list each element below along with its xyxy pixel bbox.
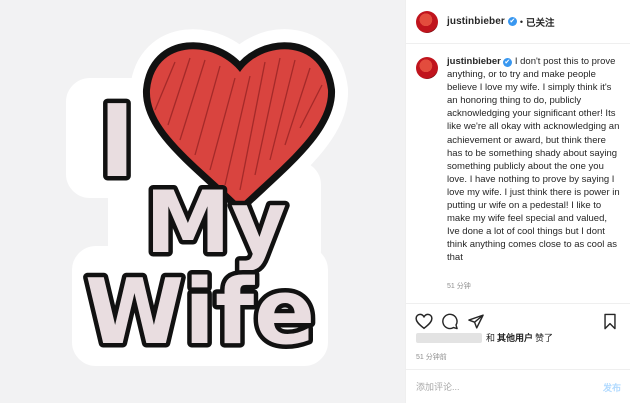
comment-input[interactable] xyxy=(416,381,586,392)
post-comment-button[interactable]: 发布 xyxy=(603,381,621,394)
liker-names-redacted xyxy=(416,332,482,343)
share-icon[interactable] xyxy=(467,313,485,330)
likes-summary: 和 其他用户 赞了 xyxy=(416,331,553,344)
caption-username[interactable]: justinbieber xyxy=(447,56,501,67)
verified-badge-icon: ✔ xyxy=(507,17,517,26)
caption-avatar[interactable] xyxy=(416,57,438,79)
instagram-post: I My Wife justinbieber ✔ • 已关注 justinbie… xyxy=(0,0,630,403)
caption-time: 51 分钟 xyxy=(447,283,471,290)
post-sidebar: justinbieber ✔ • 已关注 justinbieber ✔ I don'… xyxy=(405,0,630,403)
caption-text: I don't post this to prove anything, or … xyxy=(447,56,620,264)
header-username[interactable]: justinbieber xyxy=(447,16,505,27)
header-separator: • xyxy=(519,16,524,27)
comment-form: 发布 xyxy=(406,369,630,403)
post-image[interactable]: I My Wife xyxy=(0,0,405,403)
likes-suffix: 赞了 xyxy=(535,333,554,343)
comment-icon[interactable] xyxy=(441,313,459,330)
heart-icon[interactable] xyxy=(415,313,433,330)
sticker-letter-i: I xyxy=(98,83,135,200)
post-timestamp: 51 分钟前 xyxy=(416,354,447,361)
sticker-word-my: My xyxy=(145,173,287,273)
i-love-my-wife-sticker: I My Wife xyxy=(66,29,348,370)
caption-comment: justinbieber ✔ I don't post this to prove … xyxy=(416,55,626,265)
likes-connector: 和 xyxy=(486,333,496,343)
caption-body: justinbieber ✔ I don't post this to prove … xyxy=(447,55,622,265)
bookmark-icon[interactable] xyxy=(602,313,618,330)
following-button[interactable]: 已关注 xyxy=(526,15,555,29)
post-header: justinbieber ✔ • 已关注 xyxy=(406,0,630,44)
caption-verified-icon: ✔ xyxy=(502,58,512,67)
likes-others-link[interactable]: 其他用户 xyxy=(497,331,533,344)
avatar[interactable] xyxy=(416,10,438,33)
sticker-word-wife: Wife xyxy=(85,260,315,365)
